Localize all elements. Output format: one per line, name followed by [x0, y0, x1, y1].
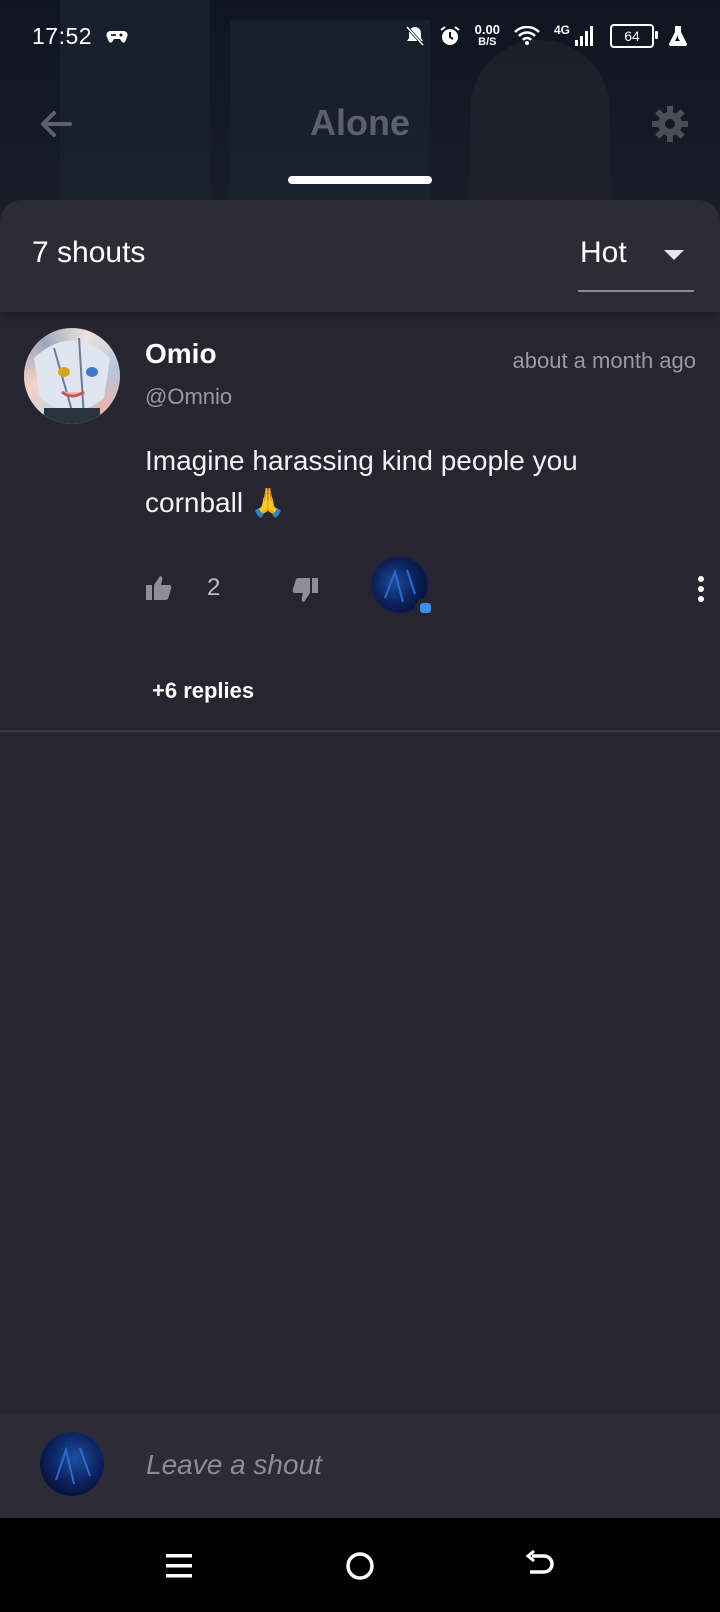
more-options-icon[interactable] — [691, 574, 711, 604]
notifications-off-icon — [405, 26, 424, 46]
wifi-icon — [514, 26, 540, 45]
avatar[interactable] — [24, 328, 120, 424]
view-replies-link[interactable]: +6 replies — [152, 678, 254, 704]
shout-input[interactable] — [144, 1440, 668, 1490]
home-icon[interactable] — [342, 1548, 378, 1584]
status-time: 17:52 — [32, 22, 93, 49]
shout-count: 7 shouts — [32, 236, 146, 269]
sort-dropdown[interactable]: Hot — [578, 228, 694, 292]
sort-label: Hot — [580, 236, 627, 269]
menu-icon[interactable] — [162, 1548, 198, 1584]
my-avatar — [40, 1432, 104, 1496]
chat-bubble-icon — [415, 598, 435, 618]
alarm-icon — [440, 26, 460, 45]
thumbs-up-icon[interactable] — [145, 574, 173, 602]
thumbs-down-icon[interactable] — [291, 576, 319, 604]
abstract-avatar-image — [55, 1446, 91, 1485]
battery-indicator: 64 — [610, 24, 658, 48]
shouts-header: 7 shouts Hot — [0, 200, 720, 312]
system-navigation-bar — [0, 1518, 720, 1612]
page-title: Alone — [309, 102, 410, 143]
shout-composer — [0, 1414, 720, 1518]
back-icon[interactable] — [522, 1548, 558, 1584]
like-count: 2 — [207, 574, 221, 601]
sheet-drag-handle[interactable] — [288, 176, 432, 184]
network-type: 4G — [553, 23, 570, 37]
anime-avatar-image — [34, 337, 110, 424]
lab-flask-icon — [669, 26, 687, 46]
shout-actions: 2 — [145, 556, 705, 618]
gamepad-icon — [106, 31, 128, 43]
network-speed: 0.00 B/S — [474, 22, 500, 48]
chevron-down-icon — [664, 250, 684, 260]
status-bar: 17:52 0.00 B/S 4G 64 — [0, 0, 720, 72]
top-nav: Alone — [0, 92, 720, 162]
gear-icon[interactable] — [650, 104, 690, 144]
page-header-background: 17:52 0.00 B/S 4G 64 Alone — [0, 0, 720, 220]
signal-icon — [575, 26, 593, 46]
